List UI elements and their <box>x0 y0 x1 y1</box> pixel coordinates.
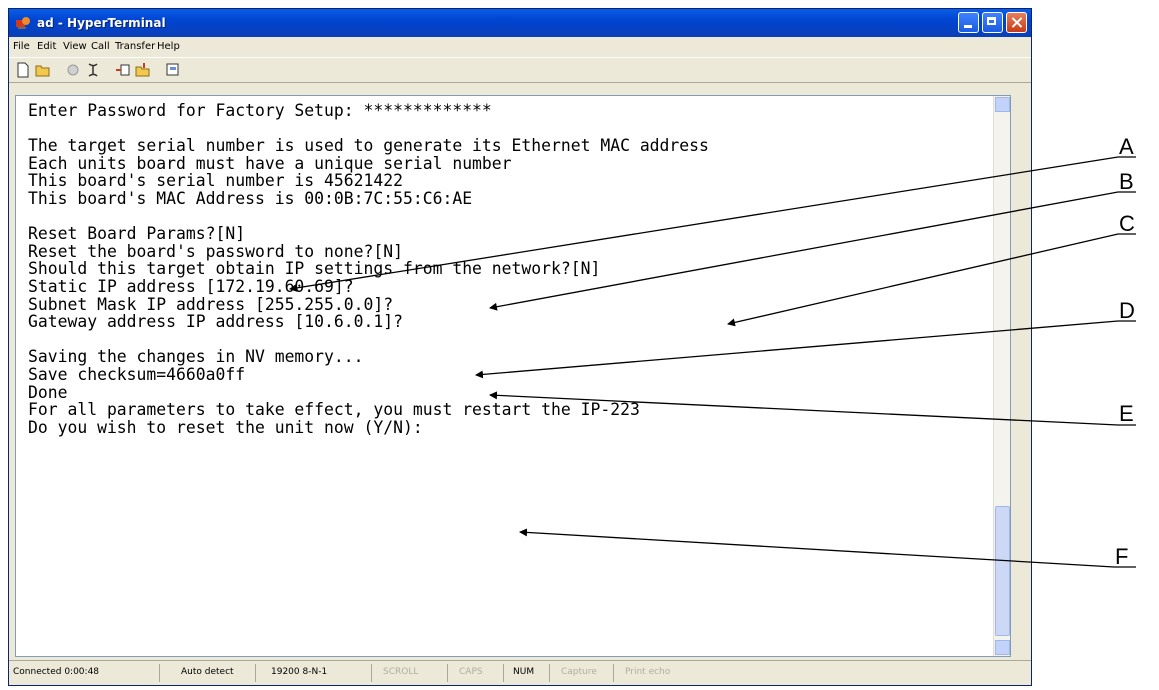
scroll-up-button[interactable] <box>995 97 1010 112</box>
callout-label-b: B <box>1119 169 1134 194</box>
menu-help[interactable]: Help <box>157 41 180 52</box>
status-num: NUM <box>513 667 535 677</box>
status-separator <box>613 664 614 682</box>
terminal-screen[interactable]: Enter Password for Factory Setup: ******… <box>15 95 1011 657</box>
receive-icon[interactable] <box>135 62 151 78</box>
title-bar[interactable]: ad - HyperTerminal <box>9 9 1031 37</box>
disconnect-icon[interactable] <box>85 62 101 78</box>
status-bar: Connected 0:00:48 Auto detect 19200 8-N-… <box>9 660 1031 685</box>
properties-icon[interactable] <box>165 62 181 78</box>
callout-label-f: F <box>1115 544 1128 569</box>
status-detect: Auto detect <box>181 667 234 677</box>
status-print-echo: Print echo <box>625 667 671 677</box>
callout-label-c: C <box>1119 211 1135 236</box>
status-separator <box>255 664 256 682</box>
status-separator <box>371 664 372 682</box>
status-separator <box>159 664 160 682</box>
menu-bar: File Edit View Call Transfer Help <box>9 39 1031 57</box>
menu-edit[interactable]: Edit <box>37 41 56 52</box>
send-icon[interactable] <box>115 62 131 78</box>
status-caps: CAPS <box>459 667 483 677</box>
callout-label-d: D <box>1119 298 1135 323</box>
menu-transfer[interactable]: Transfer <box>115 41 155 52</box>
status-settings: 19200 8-N-1 <box>271 667 328 677</box>
open-icon[interactable] <box>35 62 51 78</box>
call-icon[interactable] <box>65 62 81 78</box>
toolbar <box>9 57 1031 83</box>
callout-label-e: E <box>1119 401 1134 426</box>
scroll-thumb[interactable] <box>995 506 1010 636</box>
close-button[interactable] <box>1006 12 1027 33</box>
vertical-scrollbar[interactable] <box>993 96 1010 656</box>
menu-file[interactable]: File <box>13 41 30 52</box>
scroll-down-button[interactable] <box>995 640 1010 655</box>
hyperterminal-app-icon <box>16 17 30 29</box>
status-separator <box>549 664 550 682</box>
hyperterminal-window: ad - HyperTerminal File Edit View Call T… <box>8 8 1032 686</box>
menu-view[interactable]: View <box>63 41 87 52</box>
menu-call[interactable]: Call <box>91 41 110 52</box>
terminal-output: Enter Password for Factory Setup: ******… <box>28 101 709 437</box>
maximize-button[interactable] <box>982 12 1003 33</box>
status-capture: Capture <box>561 667 597 677</box>
window-title: ad - HyperTerminal <box>37 16 166 30</box>
status-separator <box>503 664 504 682</box>
status-connected: Connected 0:00:48 <box>13 667 100 677</box>
status-scroll: SCROLL <box>383 667 419 677</box>
status-separator <box>447 664 448 682</box>
minimize-button[interactable] <box>958 12 979 33</box>
new-icon[interactable] <box>15 62 31 78</box>
callout-label-a: A <box>1119 134 1134 159</box>
